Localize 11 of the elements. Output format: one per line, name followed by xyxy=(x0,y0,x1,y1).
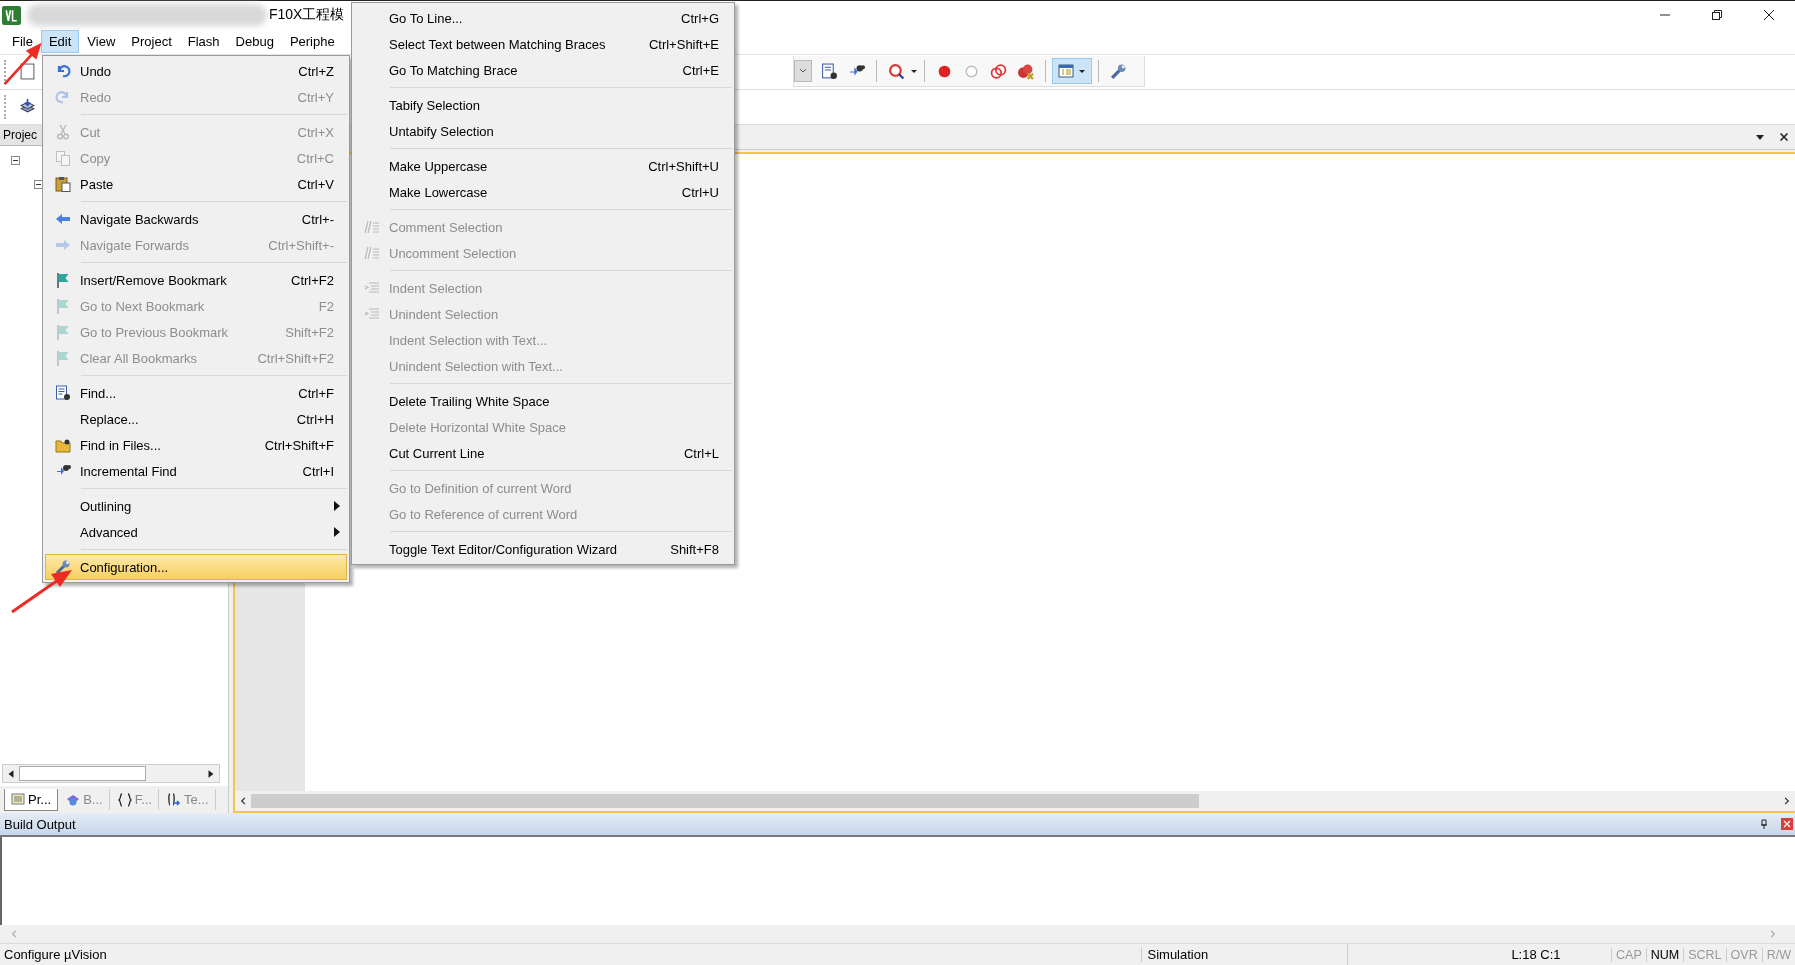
cursor-position: L:18 C:1 xyxy=(1510,947,1562,962)
status-message: Configure µVision xyxy=(3,947,108,962)
status-indicator: OVR xyxy=(1725,947,1762,962)
window-title: F10X工程模 xyxy=(269,6,345,25)
status-mode: Simulation xyxy=(1140,947,1347,962)
status-indicator: R/W xyxy=(1761,947,1795,962)
panel-title: Projec xyxy=(2,127,37,142)
status-indicator: NUM xyxy=(1645,947,1684,962)
panel-title: Build Output xyxy=(3,816,76,832)
status-indicator: SCRL xyxy=(1683,947,1726,962)
status-indicator: CAP xyxy=(1611,947,1646,962)
